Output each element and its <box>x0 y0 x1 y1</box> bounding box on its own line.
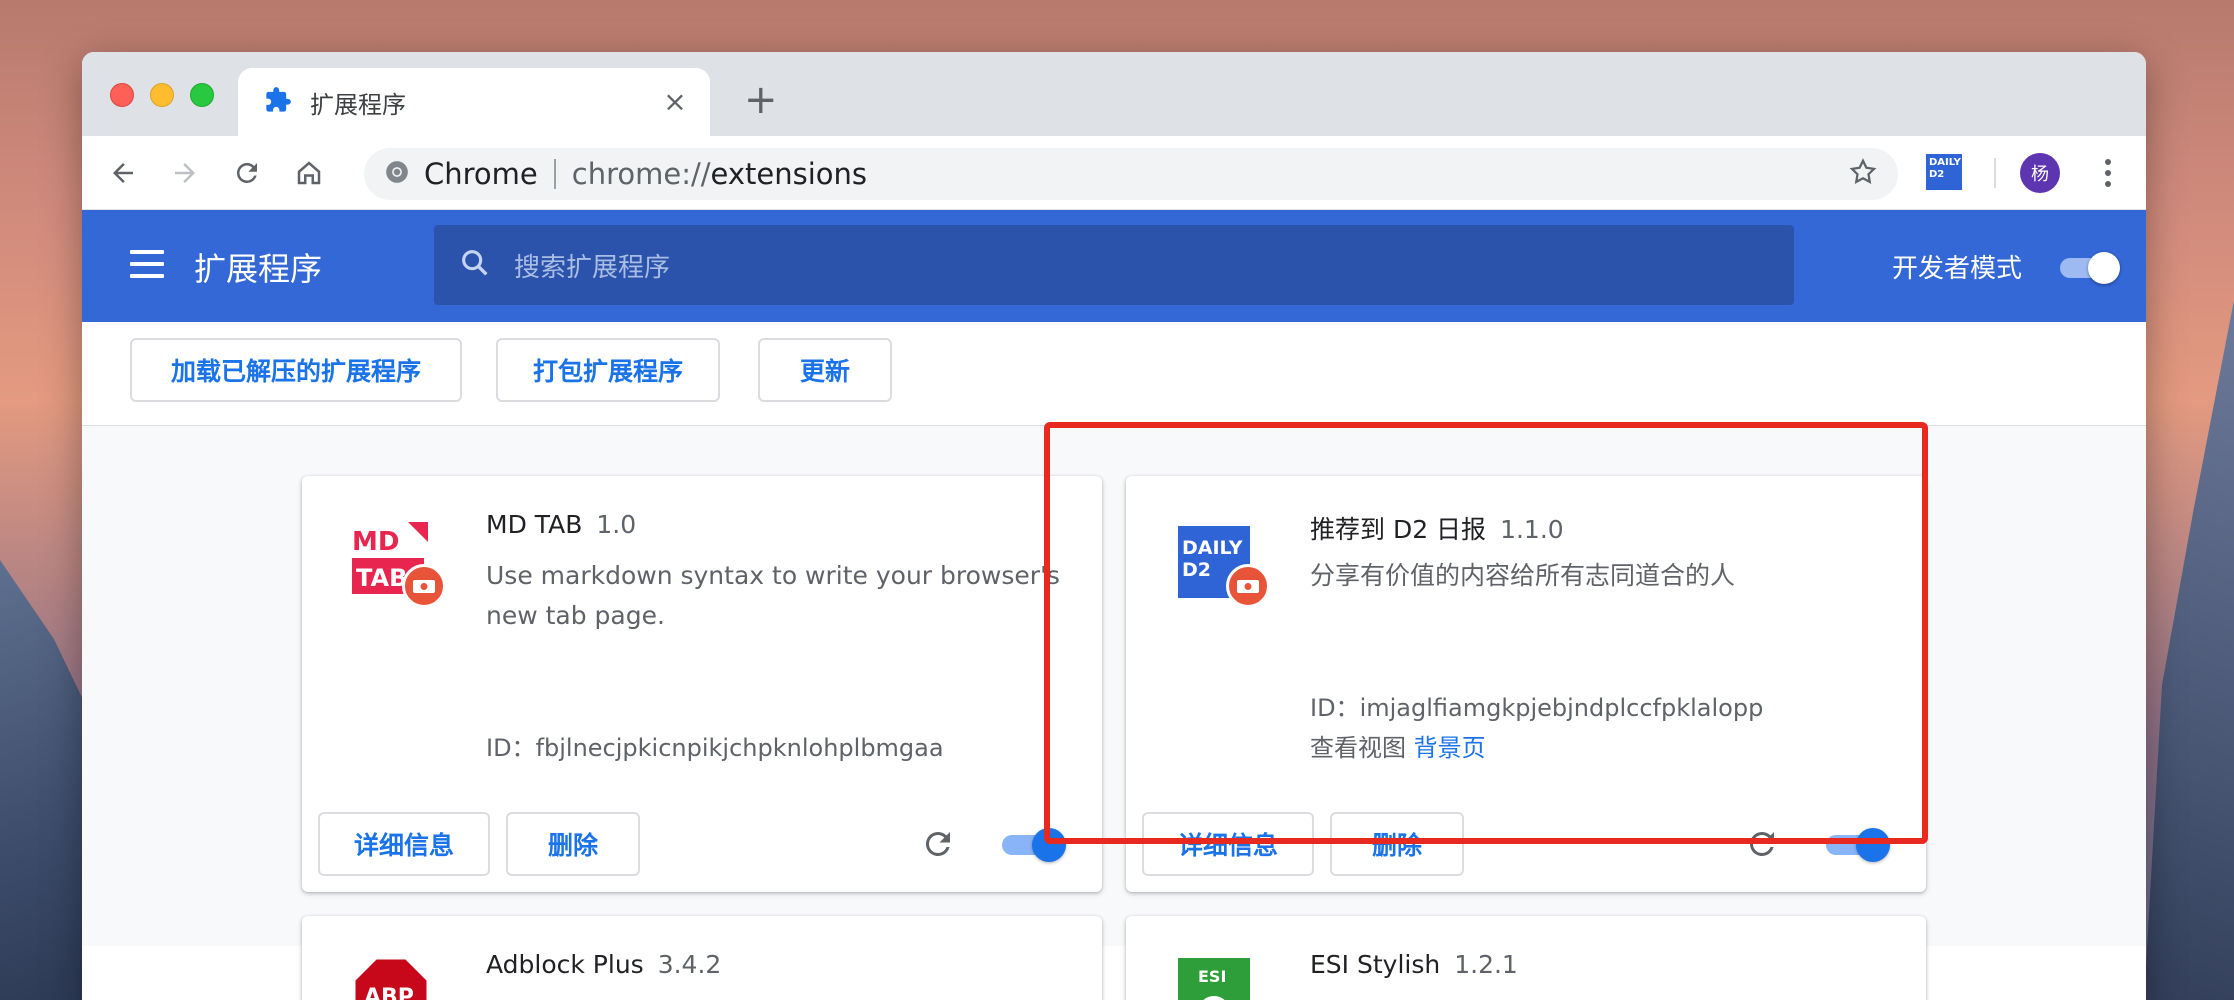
remove-button[interactable]: 删除 <box>506 812 640 876</box>
tab-title: 扩展程序 <box>310 90 406 119</box>
extension-name: Adblock Plus 3.4.2 <box>486 950 722 979</box>
search-placeholder: 搜索扩展程序 <box>514 252 671 283</box>
svg-text:TAB: TAB <box>356 564 407 592</box>
md-tab-logo-icon: MD TAB <box>352 520 452 620</box>
enable-extension-toggle[interactable] <box>1002 826 1066 862</box>
profile-avatar[interactable]: 杨 <box>2020 153 2060 193</box>
forward-arrow-icon <box>175 163 195 183</box>
unpacked-badge-icon <box>1226 564 1270 608</box>
search-icon <box>458 246 492 284</box>
daily-d2-extension-icon[interactable]: DAILY D2 <box>1926 154 1962 190</box>
desktop-wallpaper-left <box>0 560 90 1000</box>
minimize-window-button[interactable] <box>150 83 174 107</box>
page-title: 扩展程序 <box>194 250 323 288</box>
inspect-views: 查看视图 背景页 <box>1310 734 1486 762</box>
remove-button[interactable]: 删除 <box>1330 812 1464 876</box>
back-button[interactable] <box>104 154 142 192</box>
hamburger-menu-icon[interactable] <box>130 250 164 278</box>
extension-id: ID：imjaglfiamgkpjebjndplccfpklalopp <box>1310 694 1764 722</box>
details-button[interactable]: 详细信息 <box>1142 812 1314 876</box>
address-bar[interactable]: Chrome chrome:// extensions <box>364 148 1898 200</box>
back-arrow-icon <box>113 163 133 183</box>
extension-card-esi-stylish: ESI ESI Stylish 1.2.1 <box>1126 916 1926 1000</box>
desktop-wallpaper-right <box>2144 300 2234 1000</box>
reload-extension-icon[interactable] <box>1744 826 1780 862</box>
daily-d2-logo-icon: DAILY D2 <box>1176 520 1276 620</box>
extension-id: ID：fbjlnecjpkicnpikjchpknlohplbmgaa <box>486 734 944 762</box>
site-label: Chrome <box>424 157 538 191</box>
enable-extension-toggle[interactable] <box>1826 826 1890 862</box>
extension-card-adblock-plus: ABP Adblock Plus 3.4.2 <box>302 916 1102 1000</box>
extension-version: 1.2.1 <box>1454 950 1518 979</box>
forward-button[interactable] <box>166 154 204 192</box>
extension-description: Use markdown syntax to write your browse… <box>486 561 1060 630</box>
window-controls <box>110 83 214 107</box>
reload-extension-icon[interactable] <box>920 826 956 862</box>
developer-action-bar: 加载已解压的扩展程序 打包扩展程序 更新 <box>82 322 2146 426</box>
tab-strip: 扩展程序 × + <box>82 52 2146 136</box>
pack-extension-button[interactable]: 打包扩展程序 <box>496 338 720 402</box>
background-page-link[interactable]: 背景页 <box>1414 734 1486 762</box>
extension-name: 推荐到 D2 日报 1.1.0 <box>1310 515 1564 544</box>
reload-icon <box>236 162 257 183</box>
browser-toolbar: Chrome chrome:// extensions DAILY D2 杨 <box>82 136 2146 210</box>
extension-card-d2-daily: DAILY D2 推荐到 D2 日报 1.1.0 分享有价值的内容给所有志同道合的… <box>1126 476 1926 892</box>
chrome-logo-icon <box>384 159 410 189</box>
update-button[interactable]: 更新 <box>758 338 892 402</box>
bookmark-star-icon[interactable] <box>1848 157 1878 191</box>
extension-description: 分享有价值的内容给所有志同道合的人 <box>1310 561 1736 590</box>
toolbar-divider <box>1994 158 1996 188</box>
extensions-list: MD TAB MD TAB 1.0 Use markdown syntax to … <box>82 426 2146 1000</box>
tab-close-icon[interactable]: × <box>660 88 690 116</box>
developer-mode-toggle[interactable] <box>2060 252 2120 284</box>
adblock-plus-logo-icon: ABP <box>352 956 430 1000</box>
load-unpacked-button[interactable]: 加载已解压的扩展程序 <box>130 338 462 402</box>
extensions-header: 扩展程序 搜索扩展程序 开发者模式 <box>82 210 2146 322</box>
maximize-window-button[interactable] <box>190 83 214 107</box>
url-path: extensions <box>710 157 867 191</box>
developer-mode-label: 开发者模式 <box>1892 254 2023 284</box>
puzzle-icon <box>264 86 292 118</box>
svg-text:MD: MD <box>352 527 399 557</box>
address-separator <box>553 159 556 189</box>
home-button[interactable] <box>290 154 328 192</box>
svg-text:DAILY: DAILY <box>1182 537 1243 559</box>
url-scheme: chrome:// <box>571 157 711 191</box>
unpacked-badge-icon <box>402 564 446 608</box>
extension-version: 3.4.2 <box>657 950 722 979</box>
extension-card-md-tab: MD TAB MD TAB 1.0 Use markdown syntax to … <box>302 476 1102 892</box>
extension-version: 1.0 <box>596 510 637 539</box>
close-window-button[interactable] <box>110 83 134 107</box>
svg-text:ABP: ABP <box>364 985 414 1000</box>
search-input[interactable]: 搜索扩展程序 <box>434 225 1794 305</box>
more-menu-icon[interactable] <box>2098 154 2118 192</box>
svg-text:ESI: ESI <box>1198 967 1226 986</box>
tab-extensions[interactable]: 扩展程序 × <box>238 68 710 136</box>
home-icon <box>297 161 321 185</box>
extension-version: 1.1.0 <box>1500 515 1564 544</box>
new-tab-button[interactable]: + <box>744 80 778 120</box>
extension-name: MD TAB 1.0 <box>486 510 637 539</box>
esi-stylish-logo-icon: ESI <box>1178 958 1252 1000</box>
reload-button[interactable] <box>228 154 266 192</box>
extension-name: ESI Stylish 1.2.1 <box>1310 950 1518 979</box>
details-button[interactable]: 详细信息 <box>318 812 490 876</box>
svg-text:D2: D2 <box>1182 559 1211 581</box>
browser-window: 扩展程序 × + Chrome chrome:// extensions DAI… <box>82 52 2146 1000</box>
